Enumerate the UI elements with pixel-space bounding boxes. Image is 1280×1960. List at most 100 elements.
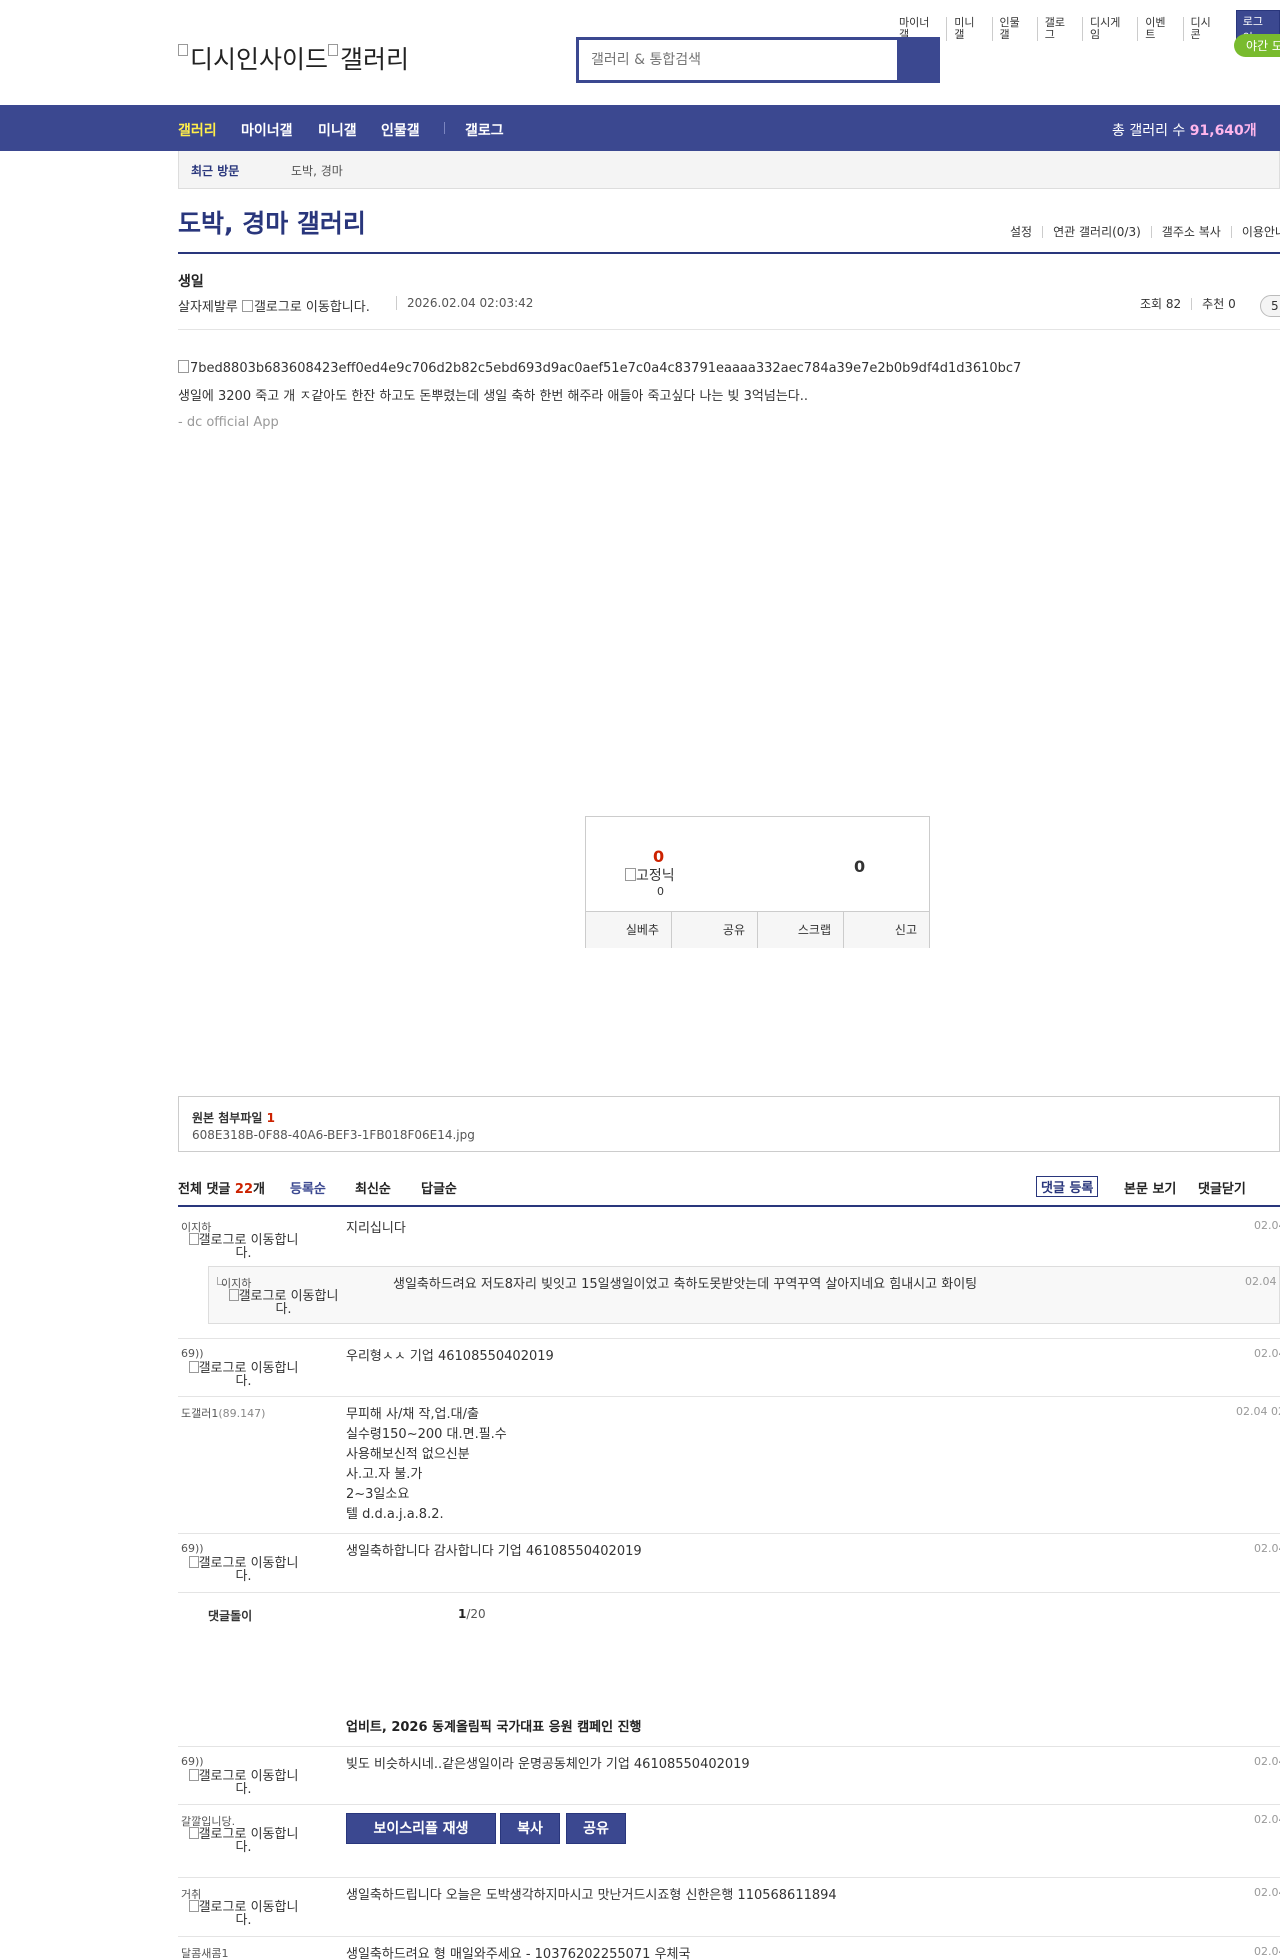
fixed-nick-recommend[interactable]: 고정닉: [625, 865, 675, 885]
broken-image-icon: [178, 360, 189, 373]
post-body: 생일에 3200 죽고 개 ㅈ같아도 한잔 하고도 돈뿌렸는데 생일 축하 한번…: [178, 389, 809, 404]
broken-image-icon: [188, 1361, 199, 1373]
gallog-link[interactable]: 갤로그로 이동합니다.: [181, 1361, 306, 1388]
report-button[interactable]: 신고: [843, 912, 929, 948]
top-menu-person[interactable]: 인물갤: [991, 17, 1037, 41]
recommend-actions: 실베추 공유 스크랩 신고: [586, 911, 929, 948]
nav-minor[interactable]: 마이너갤: [241, 120, 293, 140]
comment-nick[interactable]: 69)): [181, 1542, 204, 1555]
gallog-link[interactable]: 갤로그로 이동합니다.: [181, 1827, 306, 1854]
comment-bot-label: 댓글돌이: [208, 1609, 253, 1623]
voice-reply-share-button[interactable]: 공유: [566, 1813, 626, 1844]
gallog-icon[interactable]: [241, 300, 253, 312]
top-menu-dccon[interactable]: 디시콘: [1182, 17, 1228, 41]
gallog-link[interactable]: 갤로그로 이동합니다.: [181, 1769, 306, 1796]
post-recommend: 추천 0: [1191, 298, 1246, 310]
recent-visits: 최근 방문 도박, 경마: [178, 151, 1280, 189]
search-box: [576, 37, 940, 83]
copy-gallery-url[interactable]: 갤주소 복사: [1150, 226, 1231, 238]
gallery-guide[interactable]: 이용안내: [1230, 226, 1280, 238]
broken-image-icon: [188, 1827, 199, 1839]
fixed-nick-count: 0: [657, 885, 664, 898]
post-app-signature: - dc official App: [178, 415, 279, 430]
attachment-file[interactable]: 608E318B-0F88-40A6-BEF3-1FB018F06E14.jpg: [192, 1128, 475, 1142]
voice-reply-play-button[interactable]: 보이스리플 재생: [346, 1813, 496, 1844]
logo-gallery: 갤러리: [340, 45, 410, 74]
comment-text: 생일축하드려요 저도8자리 빚잇고 15일생일이었고 축하도못받앗는데 꾸역꾸역…: [393, 1277, 978, 1292]
writer-nick[interactable]: 살자제발루: [178, 300, 238, 315]
close-comments-button[interactable]: 댓글닫기: [1198, 1178, 1246, 1197]
comment-row: 달콤새콤1 생일축하드려요 형 매일와주세요 - 10376202255071 …: [178, 1937, 1280, 1960]
gallery-count: 총 갤러리 수 91,640개: [1112, 123, 1257, 139]
night-mode-button[interactable]: 야간 모드: [1234, 34, 1280, 57]
divider: [178, 252, 1280, 254]
main-nav: 갤러리 마이너갤 미니갤 인물갤 갤로그 총 갤러리 수 91,640개: [0, 105, 1280, 151]
share-button[interactable]: 공유: [671, 912, 757, 948]
gallery-title[interactable]: 도박, 경마 갤러리: [178, 204, 366, 240]
nav-person[interactable]: 인물갤: [381, 120, 420, 140]
comment-nick[interactable]: 69)): [181, 1755, 204, 1768]
sort-registered[interactable]: 등록순: [290, 1178, 326, 1197]
comment-nick[interactable]: 69)): [181, 1347, 204, 1360]
post-writer[interactable]: 살자제발루 갤로그로 이동합니다.: [178, 296, 370, 315]
divider: [178, 329, 1280, 330]
comment-date: 02.04 02:05:13: [1245, 1275, 1280, 1288]
comment-nick[interactable]: 달콤새콤1: [181, 1945, 228, 1960]
top-menu-mini[interactable]: 미니갤: [946, 17, 991, 41]
comment-row: 69)) 갤로그로 이동합니다. 생일축하합니다 감사합니다 기업 461085…: [178, 1534, 1280, 1593]
voice-reply-copy-button[interactable]: 복사: [500, 1813, 560, 1844]
comment-ip: (89.147): [218, 1407, 266, 1420]
post-date: 2026.02.04 02:03:42: [396, 296, 533, 310]
post-image-alt: 7bed8803b683608423eff0ed4e9c706d2b82c5eb…: [190, 361, 1022, 376]
attachment-count: 1: [266, 1111, 275, 1125]
broken-image-icon: [188, 1900, 199, 1912]
gallery-menu: 설정 연관 갤러리(0/3) 갤주소 복사 이용안내: [1000, 226, 1280, 238]
gallog-link[interactable]: 갤로그로 이동합니다.: [181, 1233, 306, 1260]
top-menu-game[interactable]: 디시게임: [1082, 17, 1137, 41]
sort-replies[interactable]: 답글순: [421, 1178, 457, 1197]
comment-date: 02.04 02:06:40: [1254, 1945, 1280, 1958]
sort-latest[interactable]: 최신순: [355, 1178, 391, 1197]
comment-text: 생일축하드립니다 오늘은 도박생각하지마시고 맛난거드시죠형 신한은행 1105…: [346, 1888, 837, 1903]
attachment-title: 원본 첨부파일 1: [192, 1111, 275, 1125]
comment-nick[interactable]: 도갤러1(89.147): [181, 1405, 265, 1421]
gallery-settings[interactable]: 설정: [1000, 226, 1042, 238]
gallog-alt[interactable]: 갤로그로 이동합니다.: [254, 300, 370, 315]
post-image[interactable]: 7bed8803b683608423eff0ed4e9c706d2b82c5eb…: [178, 360, 1021, 376]
search-input[interactable]: [579, 40, 897, 80]
recommend-up-count: 0: [653, 847, 665, 866]
ad-headline[interactable]: 업비트, 2026 동계올림픽 국가대표 응원 캠페인 진행: [346, 1716, 642, 1735]
comment-text: 지리십니다: [346, 1221, 406, 1236]
gallog-link[interactable]: 갤로그로 이동합니다.: [181, 1556, 306, 1583]
comment-row: 69)) 갤로그로 이동합니다. 빚도 비슷하시네..같은생일이라 운명공동체인…: [178, 1746, 1280, 1805]
related-galleries[interactable]: 연관 갤러리(0/3): [1042, 226, 1151, 238]
comment-count-badge[interactable]: 5: [1260, 295, 1280, 317]
comment-row: 69)) 갤로그로 이동합니다. 우리형ㅅㅅ 기업 46108550402019…: [178, 1339, 1280, 1397]
nav-mini[interactable]: 미니갤: [318, 120, 357, 140]
gallog-link[interactable]: 갤로그로 이동합니다.: [221, 1289, 346, 1316]
comment-text: 우리형ㅅㅅ 기업 46108550402019: [346, 1349, 554, 1364]
post-stats: 조회 82 추천 0: [1130, 298, 1246, 310]
search-button[interactable]: [897, 40, 937, 80]
gallog-link[interactable]: 갤로그로 이동합니다.: [181, 1900, 306, 1927]
view-body-button[interactable]: 본문 보기: [1124, 1178, 1176, 1197]
site-logo[interactable]: 디시인사이드 갤러리: [178, 40, 409, 76]
comment-pagination[interactable]: 1/20: [458, 1607, 486, 1621]
nav-gallog[interactable]: 갤로그: [465, 120, 504, 140]
divider: [178, 1205, 1280, 1207]
comment-date: 02.04 02:04:38: [1236, 1405, 1280, 1418]
nav-gallery[interactable]: 갤러리: [178, 120, 217, 140]
best-button[interactable]: 실베추: [586, 912, 671, 948]
reply-row: 이지하 갤로그로 이동합니다. 생일축하드려요 저도8자리 빚잇고 15일생일이…: [208, 1266, 1280, 1324]
broken-image-icon: [625, 868, 636, 881]
comment-date: 02.04 02:06:12: [1254, 1886, 1280, 1899]
scrap-button[interactable]: 스크랩: [757, 912, 843, 948]
broken-image-icon: [188, 1233, 199, 1245]
top-menu-gallog[interactable]: 갤로그: [1036, 17, 1082, 41]
comment-total: 전체 댓글 22개: [178, 1182, 265, 1197]
top-menu-event[interactable]: 이벤트: [1137, 17, 1182, 41]
recent-visit-item[interactable]: 도박, 경마: [291, 162, 343, 179]
comment-row: 도갤러1(89.147) 무피해 사/채 작,업.대/출 실수령150~200 …: [178, 1397, 1280, 1534]
recent-visits-title: 최근 방문: [191, 164, 240, 178]
comment-register-button[interactable]: 댓글 등록: [1036, 1176, 1099, 1197]
